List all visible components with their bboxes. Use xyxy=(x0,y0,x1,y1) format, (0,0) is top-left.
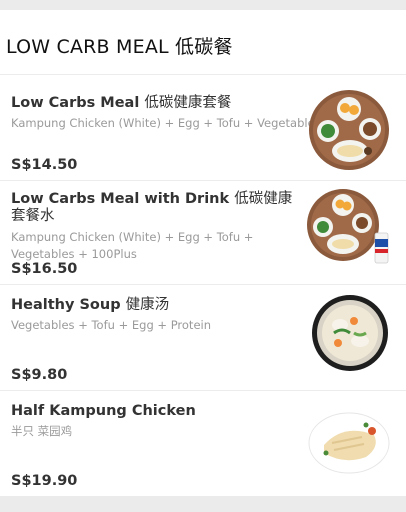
soup-bowl-image[interactable] xyxy=(310,293,390,373)
item-price: S$9.80 xyxy=(11,367,68,383)
chicken-rice-platter-image[interactable] xyxy=(308,89,390,171)
item-name-cn: 低碳健康套餐 xyxy=(144,95,232,111)
bottom-divider xyxy=(0,496,406,512)
item-name: Low Carbs Meal with Drink 低碳健康套餐水 xyxy=(11,191,304,225)
item-name: Half Kampung Chicken xyxy=(11,403,304,420)
menu-item-healthy-soup[interactable]: Healthy Soup 健康汤 Vegetables + Tofu + Egg… xyxy=(0,284,406,391)
item-description: Vegetables + Tofu + Egg + Protein xyxy=(11,318,212,332)
section-title: LOW CARB MEAL 低碳餐 xyxy=(6,36,233,58)
menu-item-low-carbs-meal-with-drink[interactable]: Low Carbs Meal with Drink 低碳健康套餐水 Kampun… xyxy=(0,180,406,285)
item-name: Low Carbs Meal 低碳健康套餐 xyxy=(11,95,304,112)
item-name-en: Low Carbs Meal xyxy=(11,95,140,111)
item-name-en: Healthy Soup xyxy=(11,297,121,313)
item-description: Kampung Chicken (White) + Egg + Tofu + V… xyxy=(11,116,321,130)
item-price: S$19.90 xyxy=(11,473,78,489)
item-name-cn: 健康汤 xyxy=(125,297,170,313)
menu-item-low-carbs-meal[interactable]: Low Carbs Meal 低碳健康套餐 Kampung Chicken (W… xyxy=(0,74,406,181)
sliced-chicken-plate-image[interactable] xyxy=(306,403,392,479)
item-name-en: Half Kampung Chicken xyxy=(11,403,196,419)
item-name-en: Low Carbs Meal with Drink xyxy=(11,191,230,207)
menu-section-card: LOW CARB MEAL 低碳餐 Low Carbs Meal 低碳健康套餐 … xyxy=(0,10,406,497)
item-price: S$14.50 xyxy=(11,157,78,173)
item-description: Kampung Chicken (White) + Egg + Tofu + V… xyxy=(11,230,254,261)
item-price: S$16.50 xyxy=(11,261,78,277)
item-description: 半只 菜园鸡 xyxy=(11,424,73,438)
platter-with-drink-image[interactable] xyxy=(305,187,395,267)
item-name: Healthy Soup 健康汤 xyxy=(11,297,304,314)
menu-item-half-kampung-chicken[interactable]: Half Kampung Chicken 半只 菜园鸡 S$19.90 xyxy=(0,390,406,497)
